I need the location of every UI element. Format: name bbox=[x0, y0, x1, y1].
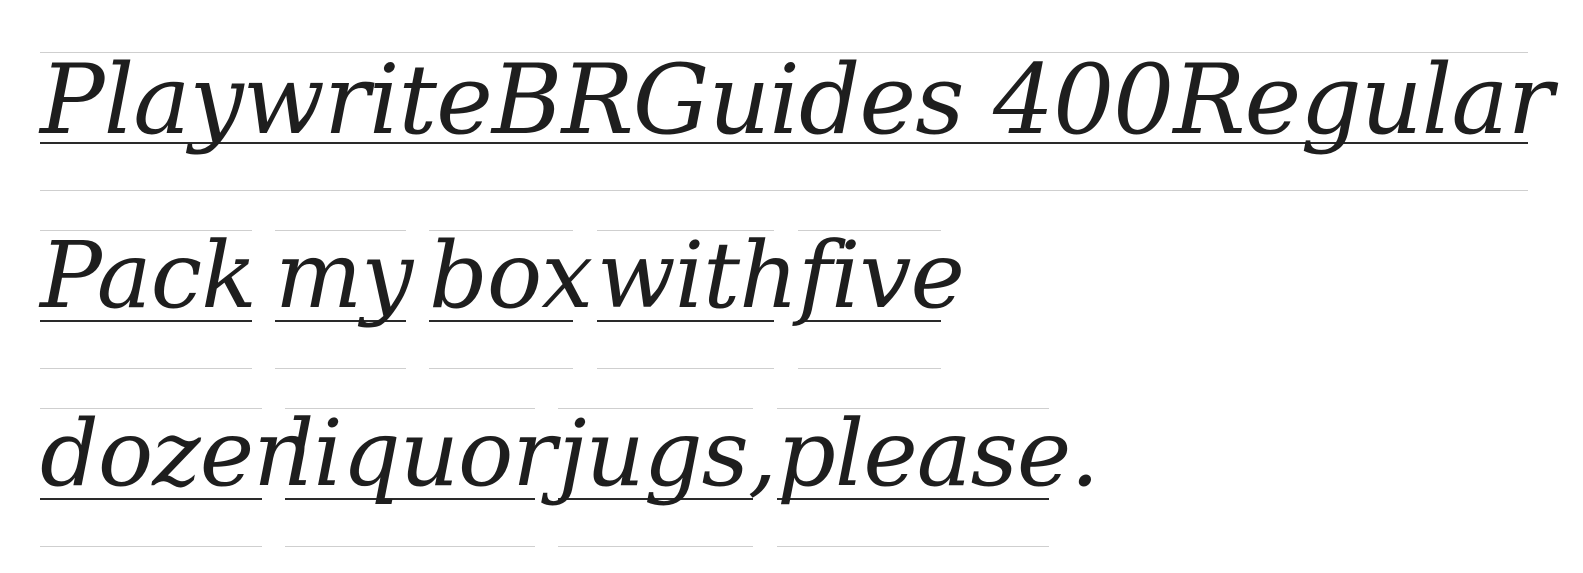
specimen-title: PlaywriteBRGuides 400Regular bbox=[40, 44, 1553, 156]
descender-guide bbox=[40, 190, 1528, 191]
title-word: PlaywriteBRGuides 400Regular bbox=[40, 0, 1553, 191]
pangram-word: dozen bbox=[40, 356, 312, 547]
pangram-word: liquor bbox=[285, 356, 556, 547]
descender-guide bbox=[777, 546, 1049, 547]
pangram-word: jugs, bbox=[558, 356, 777, 547]
pangram-word: Pack bbox=[40, 178, 257, 369]
pangram-word: with bbox=[597, 178, 798, 369]
font-specimen: PlaywriteBRGuides 400Regular Pack my box… bbox=[0, 0, 1583, 573]
pangram-word: five bbox=[798, 178, 965, 369]
descender-guide bbox=[558, 546, 753, 547]
pangram-word-text: five bbox=[798, 222, 965, 329]
pangram-word: box bbox=[429, 178, 593, 369]
pangram-word-text: liquor bbox=[285, 400, 556, 507]
pangram-word-text: Pack bbox=[40, 222, 257, 329]
pangram-word: please. bbox=[777, 356, 1100, 547]
specimen-title-line: PlaywriteBRGuides 400Regular bbox=[40, 0, 1553, 191]
pangram-word-text: box bbox=[429, 222, 593, 329]
pangram-word: my bbox=[275, 178, 413, 369]
pangram-word-text: with bbox=[597, 222, 798, 329]
pangram-word-text: jugs, bbox=[558, 400, 777, 507]
descender-guide bbox=[285, 546, 535, 547]
pangram-word-text: please. bbox=[777, 400, 1100, 507]
pangram-word-text: dozen bbox=[40, 400, 312, 507]
pangram-word-text: my bbox=[275, 222, 413, 329]
descender-guide bbox=[40, 546, 262, 547]
